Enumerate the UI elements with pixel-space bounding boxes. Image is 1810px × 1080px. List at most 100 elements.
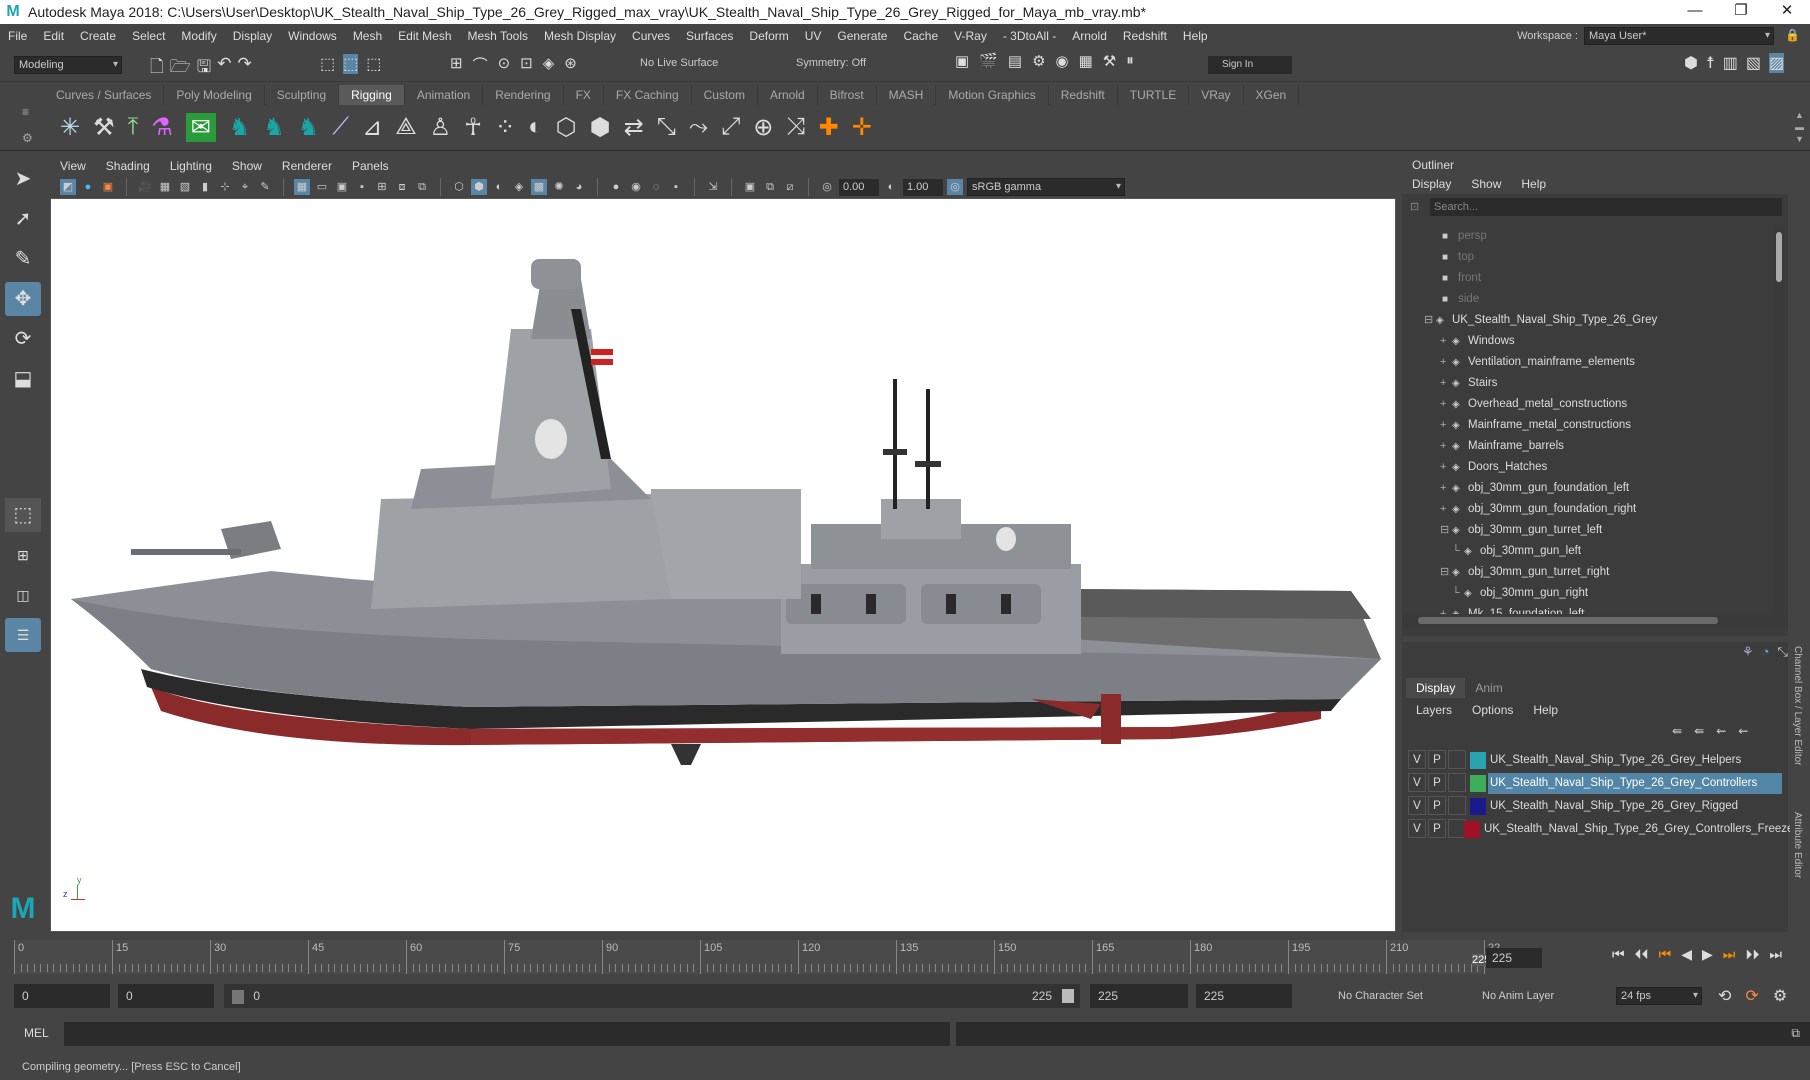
- outliner-item[interactable]: + ◈ Mainframe_metal_constructions: [1402, 415, 1774, 436]
- xray-active-icon[interactable]: ⧉: [762, 179, 778, 195]
- gate-mask-icon[interactable]: ▪: [354, 179, 370, 195]
- paint-weights-icon[interactable]: ✉: [185, 113, 216, 142]
- expand-icon[interactable]: ⊟: [1440, 520, 1449, 541]
- smooth-shade-icon[interactable]: ⬢: [471, 179, 487, 195]
- mel-input[interactable]: [64, 1022, 950, 1046]
- select-camera-icon[interactable]: ◩: [60, 179, 76, 195]
- lasso-tool-icon[interactable]: ➚: [5, 202, 41, 236]
- menu-display[interactable]: Display: [225, 24, 280, 48]
- layer-color-swatch[interactable]: [1470, 798, 1486, 815]
- expand-icon[interactable]: +: [1440, 394, 1446, 415]
- shelf-tool-2-icon[interactable]: ♞: [263, 113, 285, 142]
- playback-start-field[interactable]: 0: [118, 984, 214, 1008]
- shelf-tab-motion-graphics[interactable]: Motion Graphics: [936, 85, 1049, 105]
- current-frame-field[interactable]: 225: [1486, 948, 1542, 968]
- outliner-item[interactable]: ■ side: [1402, 289, 1774, 310]
- blend-shape-icon[interactable]: ◐: [528, 113, 543, 142]
- outliner-item[interactable]: + ◈ Doors_Hatches: [1402, 457, 1774, 478]
- menu-help[interactable]: Help: [1175, 24, 1216, 48]
- viewport-menu-renderer[interactable]: Renderer: [272, 159, 342, 173]
- joint-tool-icon[interactable]: ✳: [60, 113, 80, 142]
- undo-icon[interactable]: ↶: [217, 54, 231, 83]
- outliner-item[interactable]: + ◈ obj_30mm_gun_foundation_left: [1402, 478, 1774, 499]
- aim-constraint-icon[interactable]: ⊕: [753, 113, 773, 142]
- sign-in-button[interactable]: Sign In: [1208, 56, 1292, 74]
- shelf-tab-sculpting[interactable]: Sculpting: [265, 85, 340, 105]
- viewport-menu-view[interactable]: View: [50, 159, 96, 173]
- expand-icon[interactable]: ⊟: [1424, 310, 1433, 331]
- auto-key-icon[interactable]: ⟳: [1745, 986, 1758, 1006]
- vray-ipr-icon[interactable]: ⚒: [1103, 52, 1116, 70]
- layer-playback-toggle[interactable]: P: [1428, 796, 1446, 815]
- snap-curve-icon[interactable]: ⌒: [473, 54, 488, 75]
- menu-generate[interactable]: Generate: [829, 24, 895, 48]
- parent-constraint-icon[interactable]: ⇄: [624, 113, 644, 142]
- layer-reference-toggle[interactable]: [1448, 750, 1466, 769]
- layer-tool-3-icon[interactable]: ⤡: [1778, 644, 1788, 660]
- snap-live-icon[interactable]: ⊛: [564, 54, 577, 75]
- 2d-pan-icon[interactable]: ▦: [157, 179, 173, 195]
- resolution-gate-icon[interactable]: ▣: [334, 179, 350, 195]
- outliner-item[interactable]: ⊟ ◈ obj_30mm_gun_turret_right: [1402, 562, 1774, 583]
- layer-visibility-toggle[interactable]: V: [1408, 819, 1426, 838]
- snap-point-icon[interactable]: ⊙: [498, 54, 511, 75]
- step-back-icon[interactable]: ⏴⏴: [1635, 946, 1649, 963]
- shelf-tab-turtle[interactable]: TURTLE: [1118, 85, 1190, 105]
- wire-icon[interactable]: ⬢: [590, 113, 611, 142]
- outliner-h-scrollbar[interactable]: [1402, 614, 1788, 628]
- outliner-item[interactable]: + ◈ Overhead_metal_constructions: [1402, 394, 1774, 415]
- outliner-item[interactable]: + ◈ Mainframe_barrels: [1402, 436, 1774, 457]
- xray-icon[interactable]: ⇲: [705, 179, 721, 195]
- curve-tool-icon[interactable]: ⟋: [332, 113, 349, 142]
- layer-row[interactable]: V P UK_Stealth_Naval_Ship_Type_26_Grey_Rig…: [1408, 796, 1782, 817]
- pencil-icon[interactable]: ✎: [257, 179, 273, 195]
- default-lighting-icon[interactable]: ◐: [491, 179, 507, 195]
- character-set-select[interactable]: No Character Set: [1338, 990, 1423, 1002]
- symmetry-field[interactable]: Symmetry: Off: [796, 57, 866, 69]
- save-scene-icon[interactable]: 🖫: [197, 54, 211, 83]
- pause-icon[interactable]: ⏸: [1126, 52, 1134, 70]
- play-back-icon[interactable]: ◀: [1681, 946, 1692, 963]
- playback-end-field[interactable]: 225: [1090, 984, 1188, 1008]
- camera-attributes-icon[interactable]: ●: [80, 179, 96, 195]
- ambient-occlusion-icon[interactable]: ◕: [571, 179, 587, 195]
- expand-icon[interactable]: +: [1440, 415, 1446, 436]
- shelf-tab-xgen[interactable]: XGen: [1244, 85, 1300, 105]
- play-forward-icon[interactable]: ▶: [1702, 946, 1713, 963]
- layer-menu-help[interactable]: Help: [1523, 700, 1568, 720]
- shelf-tab-mash[interactable]: MASH: [877, 85, 937, 105]
- quick-rig-icon[interactable]: ♙: [430, 113, 452, 142]
- outliner-item[interactable]: └ ◈ obj_30mm_gun_left: [1402, 541, 1774, 562]
- four-view-icon[interactable]: ⊞: [5, 538, 41, 572]
- outliner-scrollbar[interactable]: [1774, 226, 1784, 621]
- cluster-icon[interactable]: ⁘: [495, 113, 515, 142]
- expand-icon[interactable]: └: [1452, 583, 1460, 604]
- shelf-settings-icon[interactable]: ⚙: [22, 131, 33, 145]
- shelf-tab-rendering[interactable]: Rendering: [483, 85, 564, 105]
- layer-tool-2-icon[interactable]: ◔: [1762, 644, 1770, 660]
- select-hierarchy-icon[interactable]: ⬚: [320, 54, 335, 74]
- point-constraint-icon[interactable]: ⤡: [657, 113, 676, 142]
- menu-mesh-tools[interactable]: Mesh Tools: [460, 24, 536, 48]
- outliner-item[interactable]: + ◈ Stairs: [1402, 373, 1774, 394]
- outliner-item[interactable]: ■ top: [1402, 247, 1774, 268]
- layer-row[interactable]: V P UK_Stealth_Naval_Ship_Type_26_Grey_Con…: [1408, 819, 1793, 840]
- xray-joints-icon[interactable]: ▣: [742, 179, 758, 195]
- workspace-select[interactable]: Maya User*: [1584, 27, 1774, 45]
- view-transform-select[interactable]: sRGB gamma: [967, 178, 1125, 196]
- isolate-icon[interactable]: ▪: [668, 179, 684, 195]
- depth-of-field-icon[interactable]: ◌: [648, 179, 664, 195]
- image-plane-icon[interactable]: 🎥: [137, 179, 153, 195]
- shelf-tab-animation[interactable]: Animation: [405, 85, 484, 105]
- shelf-tab-redshift[interactable]: Redshift: [1049, 85, 1118, 105]
- select-component-icon[interactable]: ⬚: [366, 54, 381, 74]
- single-view-icon[interactable]: ⬚: [5, 498, 41, 532]
- expand-icon[interactable]: +: [1440, 478, 1446, 499]
- shelf-tab-arnold[interactable]: Arnold: [758, 85, 818, 105]
- layer-color-swatch[interactable]: [1464, 821, 1480, 838]
- menu-arnold[interactable]: Arnold: [1064, 24, 1115, 48]
- lock-icon[interactable]: 🔒: [1785, 28, 1800, 42]
- shelf-tab-rigging[interactable]: Rigging: [339, 85, 405, 105]
- layer-visibility-toggle[interactable]: V: [1408, 750, 1426, 769]
- textured-icon[interactable]: ◈: [511, 179, 527, 195]
